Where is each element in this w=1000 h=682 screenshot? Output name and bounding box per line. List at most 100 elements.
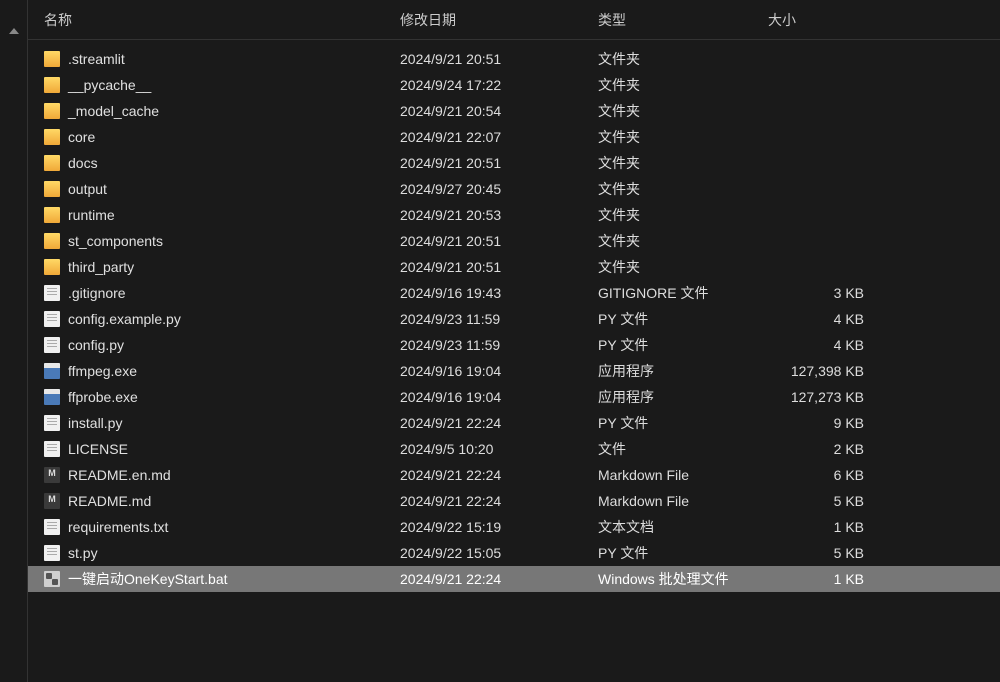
file-row[interactable]: requirements.txt2024/9/22 15:19文本文档1 KB: [28, 514, 1000, 540]
column-header-type[interactable]: 类型: [598, 10, 768, 30]
file-name-label: runtime: [68, 207, 115, 223]
file-date-cell: 2024/9/21 22:24: [400, 493, 598, 509]
file-date-cell: 2024/9/24 17:22: [400, 77, 598, 93]
file-row[interactable]: ffmpeg.exe2024/9/16 19:04应用程序127,398 KB: [28, 358, 1000, 384]
file-row[interactable]: .gitignore2024/9/16 19:43GITIGNORE 文件3 K…: [28, 280, 1000, 306]
file-name-label: ffmpeg.exe: [68, 363, 137, 379]
file-name-label: README.en.md: [68, 467, 171, 483]
file-row[interactable]: config.example.py 2024/9/23 11:59PY 文件4 K…: [28, 306, 1000, 332]
file-size-cell: 5 KB: [768, 545, 888, 561]
file-name-cell: docs: [44, 155, 400, 171]
chevron-up-icon[interactable]: [9, 28, 19, 34]
folder-icon: [44, 77, 60, 93]
file-row[interactable]: docs 2024/9/21 20:51文件夹: [28, 150, 1000, 176]
file-name-label: docs: [68, 155, 98, 171]
file-date-cell: 2024/9/23 11:59: [400, 311, 598, 327]
column-header-name[interactable]: 名称: [44, 10, 400, 30]
file-row[interactable]: third_party2024/9/21 20:51文件夹: [28, 254, 1000, 280]
file-type-cell: 文件夹: [598, 205, 768, 225]
file-row[interactable]: st.py 2024/9/22 15:05PY 文件5 KB: [28, 540, 1000, 566]
file-type-cell: PY 文件: [598, 413, 768, 433]
file-type-cell: PY 文件: [598, 543, 768, 563]
column-header-size[interactable]: 大小: [768, 10, 888, 30]
file-name-label: core: [68, 129, 95, 145]
file-type-cell: PY 文件: [598, 309, 768, 329]
file-name-cell: ffprobe.exe: [44, 389, 400, 405]
md-icon: [44, 493, 60, 509]
file-row[interactable]: output2024/9/27 20:45文件夹: [28, 176, 1000, 202]
file-date-cell: 2024/9/27 20:45: [400, 181, 598, 197]
file-name-label: install.py: [68, 415, 122, 431]
file-row[interactable]: _model_cache2024/9/21 20:54文件夹: [28, 98, 1000, 124]
file-type-cell: 文件夹: [598, 231, 768, 251]
file-name-label: third_party: [68, 259, 134, 275]
file-type-cell: 文件夹: [598, 153, 768, 173]
file-type-cell: 文件夹: [598, 127, 768, 147]
file-date-cell: 2024/9/21 20:51: [400, 259, 598, 275]
file-size-cell: 3 KB: [768, 285, 888, 301]
file-type-cell: 文件夹: [598, 179, 768, 199]
folder-icon: [44, 51, 60, 67]
bat-icon: [44, 571, 60, 587]
file-type-cell: Windows 批处理文件: [598, 569, 768, 589]
file-name-cell: config.example.py: [44, 311, 400, 327]
file-row[interactable]: README.en.md2024/9/21 22:24Markdown File…: [28, 462, 1000, 488]
file-row[interactable]: ffprobe.exe2024/9/16 19:04应用程序127,273 KB: [28, 384, 1000, 410]
file-row[interactable]: runtime 2024/9/21 20:53文件夹: [28, 202, 1000, 228]
file-name-label: st.py: [68, 545, 98, 561]
file-date-cell: 2024/9/23 11:59: [400, 337, 598, 353]
file-name-cell: ffmpeg.exe: [44, 363, 400, 379]
file-date-cell: 2024/9/21 20:51: [400, 155, 598, 171]
file-name-cell: output: [44, 181, 400, 197]
file-type-cell: GITIGNORE 文件: [598, 283, 768, 303]
file-row[interactable]: README.md2024/9/21 22:24Markdown File5 K…: [28, 488, 1000, 514]
file-size-cell: 1 KB: [768, 571, 888, 587]
file-date-cell: 2024/9/22 15:05: [400, 545, 598, 561]
file-name-cell: .streamlit: [44, 51, 400, 67]
file-name-label: ffprobe.exe: [68, 389, 138, 405]
file-size-cell: 4 KB: [768, 311, 888, 327]
file-name-cell: _model_cache: [44, 103, 400, 119]
file-name-cell: __pycache__: [44, 77, 400, 93]
file-icon: [44, 415, 60, 431]
file-name-label: .streamlit: [68, 51, 125, 67]
file-type-cell: PY 文件: [598, 335, 768, 355]
file-row[interactable]: .streamlit2024/9/21 20:51文件夹: [28, 46, 1000, 72]
file-name-cell: LICENSE: [44, 441, 400, 457]
file-date-cell: 2024/9/21 20:53: [400, 207, 598, 223]
file-name-label: config.example.py: [68, 311, 181, 327]
file-date-cell: 2024/9/21 22:24: [400, 415, 598, 431]
file-date-cell: 2024/9/21 20:51: [400, 233, 598, 249]
file-date-cell: 2024/9/5 10:20: [400, 441, 598, 457]
folder-icon: [44, 129, 60, 145]
file-size-cell: 4 KB: [768, 337, 888, 353]
file-size-cell: 9 KB: [768, 415, 888, 431]
file-size-cell: 2 KB: [768, 441, 888, 457]
file-row[interactable]: __pycache__2024/9/24 17:22文件夹: [28, 72, 1000, 98]
file-list[interactable]: .streamlit2024/9/21 20:51文件夹__pycache__2…: [28, 40, 1000, 682]
file-row[interactable]: 一键启动OneKeyStart.bat2024/9/21 22:24Window…: [28, 566, 1000, 592]
file-name-cell: requirements.txt: [44, 519, 400, 535]
file-row[interactable]: st_components 2024/9/21 20:51文件夹: [28, 228, 1000, 254]
file-name-label: LICENSE: [68, 441, 128, 457]
file-icon: [44, 337, 60, 353]
file-name-cell: core: [44, 129, 400, 145]
folder-icon: [44, 259, 60, 275]
file-name-label: _model_cache: [68, 103, 159, 119]
exe-icon: [44, 363, 60, 379]
file-name-cell: st_components: [44, 233, 400, 249]
file-row[interactable]: config.py2024/9/23 11:59PY 文件4 KB: [28, 332, 1000, 358]
file-name-label: 一键启动OneKeyStart.bat: [68, 569, 228, 589]
file-name-cell: 一键启动OneKeyStart.bat: [44, 569, 400, 589]
file-date-cell: 2024/9/21 22:07: [400, 129, 598, 145]
file-row[interactable]: LICENSE2024/9/5 10:20文件2 KB: [28, 436, 1000, 462]
file-date-cell: 2024/9/16 19:43: [400, 285, 598, 301]
file-row[interactable]: core 2024/9/21 22:07文件夹: [28, 124, 1000, 150]
file-name-cell: runtime: [44, 207, 400, 223]
file-name-label: st_components: [68, 233, 163, 249]
file-explorer: 名称 修改日期 类型 大小 .streamlit2024/9/21 20:51文…: [0, 0, 1000, 682]
column-header-date[interactable]: 修改日期: [400, 10, 598, 30]
file-icon: [44, 545, 60, 561]
exe-icon: [44, 389, 60, 405]
file-row[interactable]: install.py 2024/9/21 22:24PY 文件9 KB: [28, 410, 1000, 436]
